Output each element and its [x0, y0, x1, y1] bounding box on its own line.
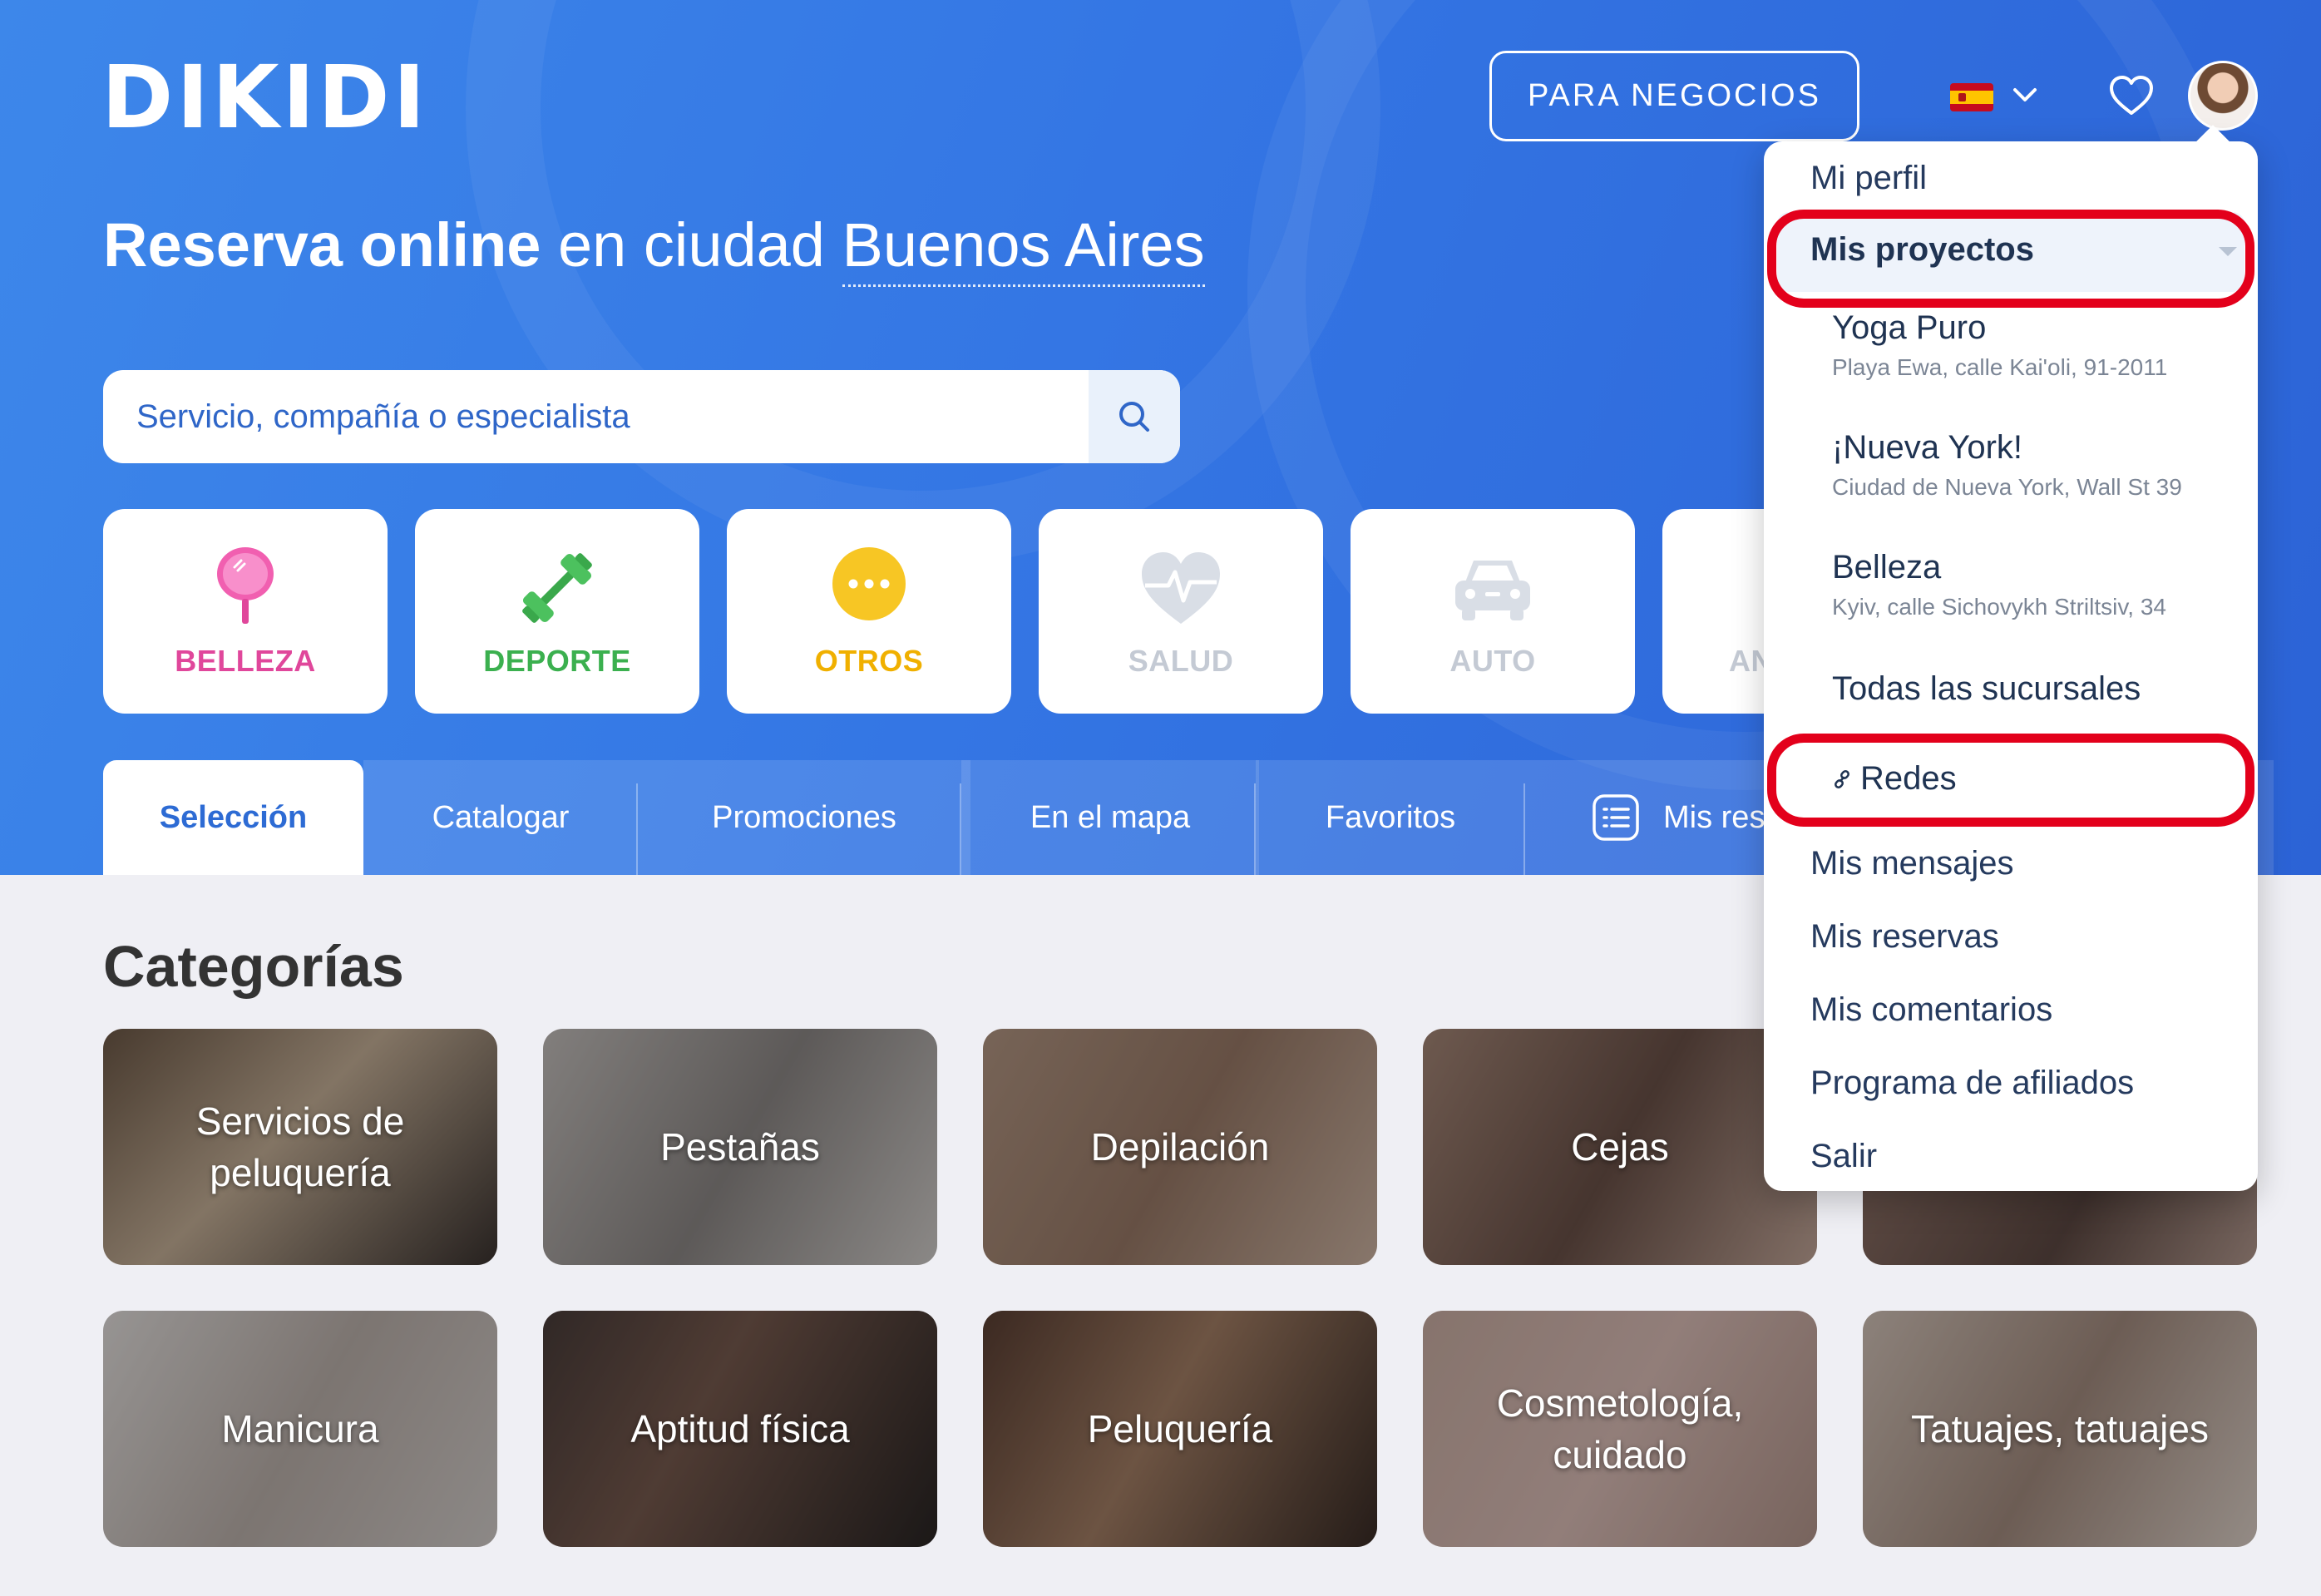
project-belleza[interactable]: Belleza: [1832, 549, 1941, 586]
heart-pulse-icon: [1142, 552, 1220, 624]
menu-item-mi-perfil[interactable]: Mi perfil: [1810, 160, 1927, 197]
category-tile-depilacion[interactable]: Depilación: [983, 1029, 1377, 1265]
mirror-icon: [217, 547, 274, 624]
category-tile-manicura[interactable]: Manicura: [103, 1311, 497, 1547]
category-tile-aptitud-fisica[interactable]: Aptitud física: [543, 1311, 937, 1547]
list-icon: [1593, 794, 1639, 841]
heart-icon[interactable]: [2108, 73, 2155, 120]
tab-promociones[interactable]: Promociones: [638, 760, 970, 875]
dikidi-logo[interactable]: DIKIDI: [101, 47, 428, 148]
tile-label: Servicios de peluquería: [195, 1099, 405, 1194]
category-tile-cejas[interactable]: Cejas: [1423, 1029, 1817, 1265]
menu-item-mis-reservas[interactable]: Mis reservas: [1810, 918, 1999, 956]
menu-item-mis-proyectos-label: Mis proyectos: [1810, 231, 2034, 268]
category-auto[interactable]: AUTO: [1351, 509, 1635, 714]
chevron-down-icon: [2219, 247, 2237, 256]
tab-catalogar[interactable]: Catalogar: [363, 760, 638, 875]
tile-label: Depilación: [1090, 1125, 1270, 1169]
category-label: AN: [1729, 644, 1773, 678]
project-address: Kyiv, calle Sichovykh Striltsiv, 34: [1832, 594, 2166, 620]
category-belleza[interactable]: BELLEZA: [103, 509, 388, 714]
category-otros[interactable]: OTROS: [727, 509, 1011, 714]
chevron-down-icon[interactable]: [2008, 78, 2042, 111]
city-selector[interactable]: Buenos Aires: [842, 210, 1205, 287]
project-nueva-york[interactable]: ¡Nueva York!: [1832, 429, 2022, 467]
category-deporte[interactable]: DEPORTE: [415, 509, 699, 714]
menu-item-mis-mensajes[interactable]: Mis mensajes: [1810, 845, 2014, 882]
user-avatar[interactable]: [2188, 61, 2258, 131]
more-icon: [832, 547, 906, 620]
headline-bold: Reserva online: [103, 210, 541, 279]
car-icon: [1455, 561, 1530, 620]
category-label: BELLEZA: [175, 644, 316, 678]
category-salud[interactable]: SALUD: [1039, 509, 1323, 714]
tab-favoritos[interactable]: Favoritos: [1256, 760, 1525, 875]
menu-item-salir[interactable]: Salir: [1810, 1138, 1877, 1175]
tile-label: Aptitud física: [630, 1407, 850, 1450]
tile-label: Manicura: [221, 1407, 379, 1450]
tile-label: Peluquería: [1087, 1407, 1273, 1450]
dumbbell-icon: [522, 553, 592, 623]
menu-item-mis-comentarios[interactable]: Mis comentarios: [1810, 991, 2052, 1029]
category-label: DEPORTE: [483, 644, 631, 678]
categories-heading: Categorías: [103, 934, 404, 999]
spain-flag-icon[interactable]: [1950, 83, 1993, 111]
search-icon: [1119, 402, 1149, 432]
category-label: OTROS: [814, 644, 924, 678]
category-tile-pestanas[interactable]: Pestañas: [543, 1029, 937, 1265]
search-button[interactable]: [1089, 370, 1180, 463]
tab-en-el-mapa[interactable]: En el mapa: [961, 760, 1259, 875]
menu-item-redes[interactable]: Redes: [1832, 760, 1957, 798]
category-tile-peluqueria[interactable]: Peluquería: [983, 1311, 1377, 1547]
category-label: SALUD: [1128, 644, 1234, 678]
para-negocios-button[interactable]: PARA NEGOCIOS: [1489, 51, 1859, 141]
category-tile-cosmetologia[interactable]: Cosmetología, cuidado: [1423, 1311, 1817, 1547]
link-icon: [1835, 769, 1849, 788]
tile-label: Pestañas: [660, 1125, 820, 1169]
tile-label: Cosmetología, cuidado: [1496, 1381, 1744, 1476]
category-tile-peluqueria-servicios[interactable]: Servicios de peluquería: [103, 1029, 497, 1265]
tile-label: Tatuajes, tatuajes: [1910, 1407, 2209, 1450]
project-address: Playa Ewa, calle Kai'oli, 91-2011: [1832, 354, 2168, 380]
user-dropdown-menu: Mi perfil Mis proyectos Yoga Puro Playa …: [1764, 125, 2258, 1191]
category-label: AUTO: [1449, 644, 1536, 678]
menu-item-todas-sucursales[interactable]: Todas las sucursales: [1832, 670, 2141, 708]
menu-item-label: Redes: [1860, 760, 1957, 797]
tab-label: Mis res: [1663, 799, 1765, 835]
project-address: Ciudad de Nueva York, Wall St 39: [1832, 474, 2182, 500]
project-yoga-puro[interactable]: Yoga Puro: [1832, 309, 1986, 347]
category-tile-tatuajes[interactable]: Tatuajes, tatuajes: [1863, 1311, 2257, 1547]
menu-item-programa-afiliados[interactable]: Programa de afiliados: [1810, 1065, 2134, 1102]
search-input[interactable]: [103, 370, 1089, 463]
page-headline: Reserva online en ciudad Buenos Aires: [103, 210, 1205, 287]
headline-rest: en ciudad: [541, 210, 842, 279]
search-bar: [103, 370, 1180, 463]
tab-seleccion[interactable]: Selección: [103, 760, 363, 875]
tile-label: Cejas: [1571, 1125, 1669, 1169]
